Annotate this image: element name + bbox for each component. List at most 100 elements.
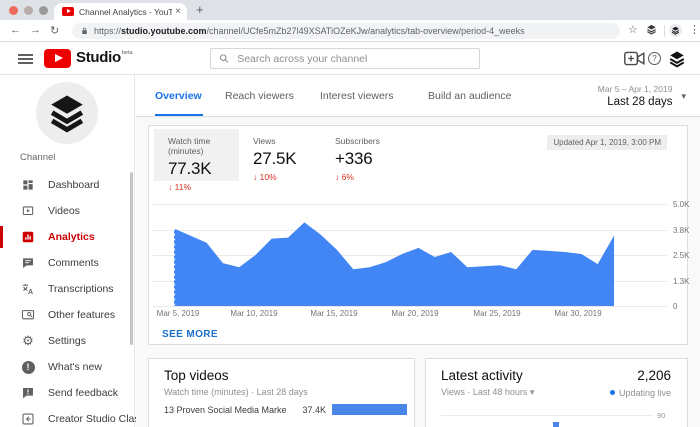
sidebar-item-other-features[interactable]: Other features	[0, 302, 135, 328]
sidebar-item-videos[interactable]: Videos	[0, 198, 135, 224]
comments-icon	[20, 255, 36, 271]
metric-watch-time[interactable]: Watch time (minutes) 77.3K ↓ 11%	[154, 129, 239, 181]
x-tick: Mar 25, 2019	[473, 309, 520, 318]
see-more-link[interactable]: SEE MORE	[162, 329, 218, 340]
reload-icon[interactable]: ↻	[50, 24, 59, 37]
help-icon[interactable]: ?	[648, 52, 661, 65]
create-video-icon[interactable]	[624, 51, 645, 71]
analytics-tabbar: Overview Reach viewers Interest viewers …	[136, 75, 700, 117]
account-avatar[interactable]	[668, 50, 686, 73]
sidebar-item-transcriptions[interactable]: A Transcriptions	[0, 276, 135, 302]
forward-icon[interactable]: →	[30, 24, 41, 36]
youtube-favicon-icon	[62, 7, 74, 16]
extension-layers-icon[interactable]	[646, 24, 657, 38]
sidebar: Channel Dashboard Videos Analytics	[0, 75, 135, 427]
y-tick: 1.3K	[673, 277, 689, 286]
sidebar-menu: Dashboard Videos Analytics Comments	[0, 172, 135, 427]
whats-new-icon: !	[20, 359, 36, 375]
bookmark-star-icon[interactable]: ☆	[628, 23, 638, 36]
transcriptions-icon: A	[20, 281, 36, 297]
window-close-button[interactable]	[9, 6, 18, 15]
metric-subscribers[interactable]: Subscribers +336 ↓ 6%	[321, 129, 403, 181]
top-video-bar	[332, 404, 407, 415]
studio-appbar: Studio beta ?	[0, 42, 700, 75]
y-tick: 90	[657, 411, 665, 420]
lock-icon	[80, 26, 89, 36]
search-icon	[219, 53, 229, 64]
live-dot-icon	[610, 390, 615, 395]
date-preset-text: Last 28 days	[598, 96, 673, 108]
channel-avatar[interactable]	[36, 82, 98, 144]
youtube-play-icon	[44, 49, 71, 68]
browser-tab[interactable]: Channel Analytics - YouTube S ×	[54, 3, 187, 20]
back-icon[interactable]: ←	[10, 24, 21, 36]
x-tick: Mar 5, 2019	[157, 309, 200, 318]
browser-tab-title: Channel Analytics - YouTube S	[79, 7, 172, 17]
latest-activity-filter[interactable]: Views · Last 48 hours ▾	[441, 387, 534, 398]
studio-logo[interactable]: Studio beta	[44, 49, 133, 68]
watch-time-area-chart[interactable]	[174, 204, 614, 306]
browser-profile-avatar[interactable]	[669, 24, 682, 37]
window-maximize-button[interactable]	[39, 6, 48, 15]
subscribers-delta: ↓ 6%	[335, 172, 403, 182]
sidebar-item-send-feedback[interactable]: Send feedback	[0, 380, 135, 406]
active-tab-underline	[155, 114, 203, 116]
metric-views[interactable]: Views 27.5K ↓ 10%	[239, 129, 321, 181]
toolbar-divider	[664, 25, 665, 37]
tab-overview[interactable]: Overview	[155, 75, 202, 117]
hamburger-menu-icon[interactable]	[18, 54, 33, 64]
browser-tabstrip: Channel Analytics - YouTube S × +	[0, 0, 700, 20]
browser-menu-icon[interactable]: ⋮	[689, 23, 700, 36]
latest-activity-card: Latest activity 2,206 Views · Last 48 ho…	[425, 358, 688, 427]
window-minimize-button[interactable]	[24, 6, 33, 15]
down-arrow-icon: ↓	[168, 182, 172, 192]
latest-activity-bar	[553, 422, 559, 427]
sidebar-item-analytics[interactable]: Analytics	[0, 224, 135, 250]
url-text: https://studio.youtube.com/channel/UCfe5…	[94, 26, 525, 36]
chevron-down-icon: ▾	[681, 91, 686, 102]
channel-label: Channel	[20, 152, 55, 163]
sidebar-item-whats-new[interactable]: ! What's new	[0, 354, 135, 380]
sidebar-scrollbar[interactable]	[130, 172, 133, 345]
creator-studio-classic-icon	[20, 411, 36, 427]
y-tick: 0	[673, 302, 677, 311]
gridline	[153, 306, 667, 307]
tab-reach-viewers[interactable]: Reach viewers	[225, 75, 294, 117]
sidebar-item-settings[interactable]: ⚙ Settings	[0, 328, 135, 354]
tab-build-an-audience[interactable]: Build an audience	[428, 75, 511, 117]
tab-interest-viewers[interactable]: Interest viewers	[320, 75, 394, 117]
main-content: Overview Reach viewers Interest viewers …	[136, 75, 700, 427]
updating-live-indicator: Updating live	[610, 387, 671, 398]
address-bar[interactable]: https://studio.youtube.com/channel/UCfe5…	[72, 23, 620, 39]
tab-close-icon[interactable]: ×	[175, 7, 181, 17]
channel-search[interactable]	[210, 48, 480, 69]
analytics-icon	[20, 229, 36, 245]
top-videos-subtitle: Watch time (minutes) · Last 28 days	[164, 387, 398, 397]
browser-toolbar: ← → ↻ https://studio.youtube.com/channel…	[0, 20, 700, 42]
x-tick: Mar 30, 2019	[554, 309, 601, 318]
sidebar-item-comments[interactable]: Comments	[0, 250, 135, 276]
x-tick: Mar 15, 2019	[310, 309, 357, 318]
watch-time-delta: ↓ 11%	[168, 182, 239, 192]
sidebar-item-dashboard[interactable]: Dashboard	[0, 172, 135, 198]
new-tab-button[interactable]: +	[196, 2, 204, 17]
chevron-down-icon: ▾	[530, 387, 535, 397]
top-videos-title: Top videos	[164, 368, 398, 383]
top-videos-card: Top videos Watch time (minutes) · Last 2…	[148, 358, 415, 427]
other-features-icon	[20, 307, 36, 323]
down-arrow-icon: ↓	[253, 172, 257, 182]
date-range-text: Mar 5 – Apr 1, 2019	[598, 84, 673, 94]
beta-badge: beta	[122, 50, 133, 56]
top-video-row[interactable]: 13 Proven Social Media Marketing Tips f.…	[164, 404, 400, 415]
x-tick: Mar 10, 2019	[230, 309, 277, 318]
date-range-picker[interactable]: Mar 5 – Apr 1, 2019 Last 28 days ▾	[598, 75, 686, 117]
x-tick: Mar 20, 2019	[391, 309, 438, 318]
sidebar-item-creator-studio-classic[interactable]: Creator Studio Classic	[0, 406, 135, 427]
send-feedback-icon	[20, 385, 36, 401]
y-tick: 5.0K	[673, 200, 689, 209]
latest-activity-value: 2,206	[637, 368, 671, 383]
search-input[interactable]	[237, 53, 471, 65]
overview-card: Watch time (minutes) 77.3K ↓ 11% Views 2…	[148, 125, 688, 345]
top-video-bar-track	[332, 404, 407, 415]
brand-name: Studio	[76, 49, 121, 66]
